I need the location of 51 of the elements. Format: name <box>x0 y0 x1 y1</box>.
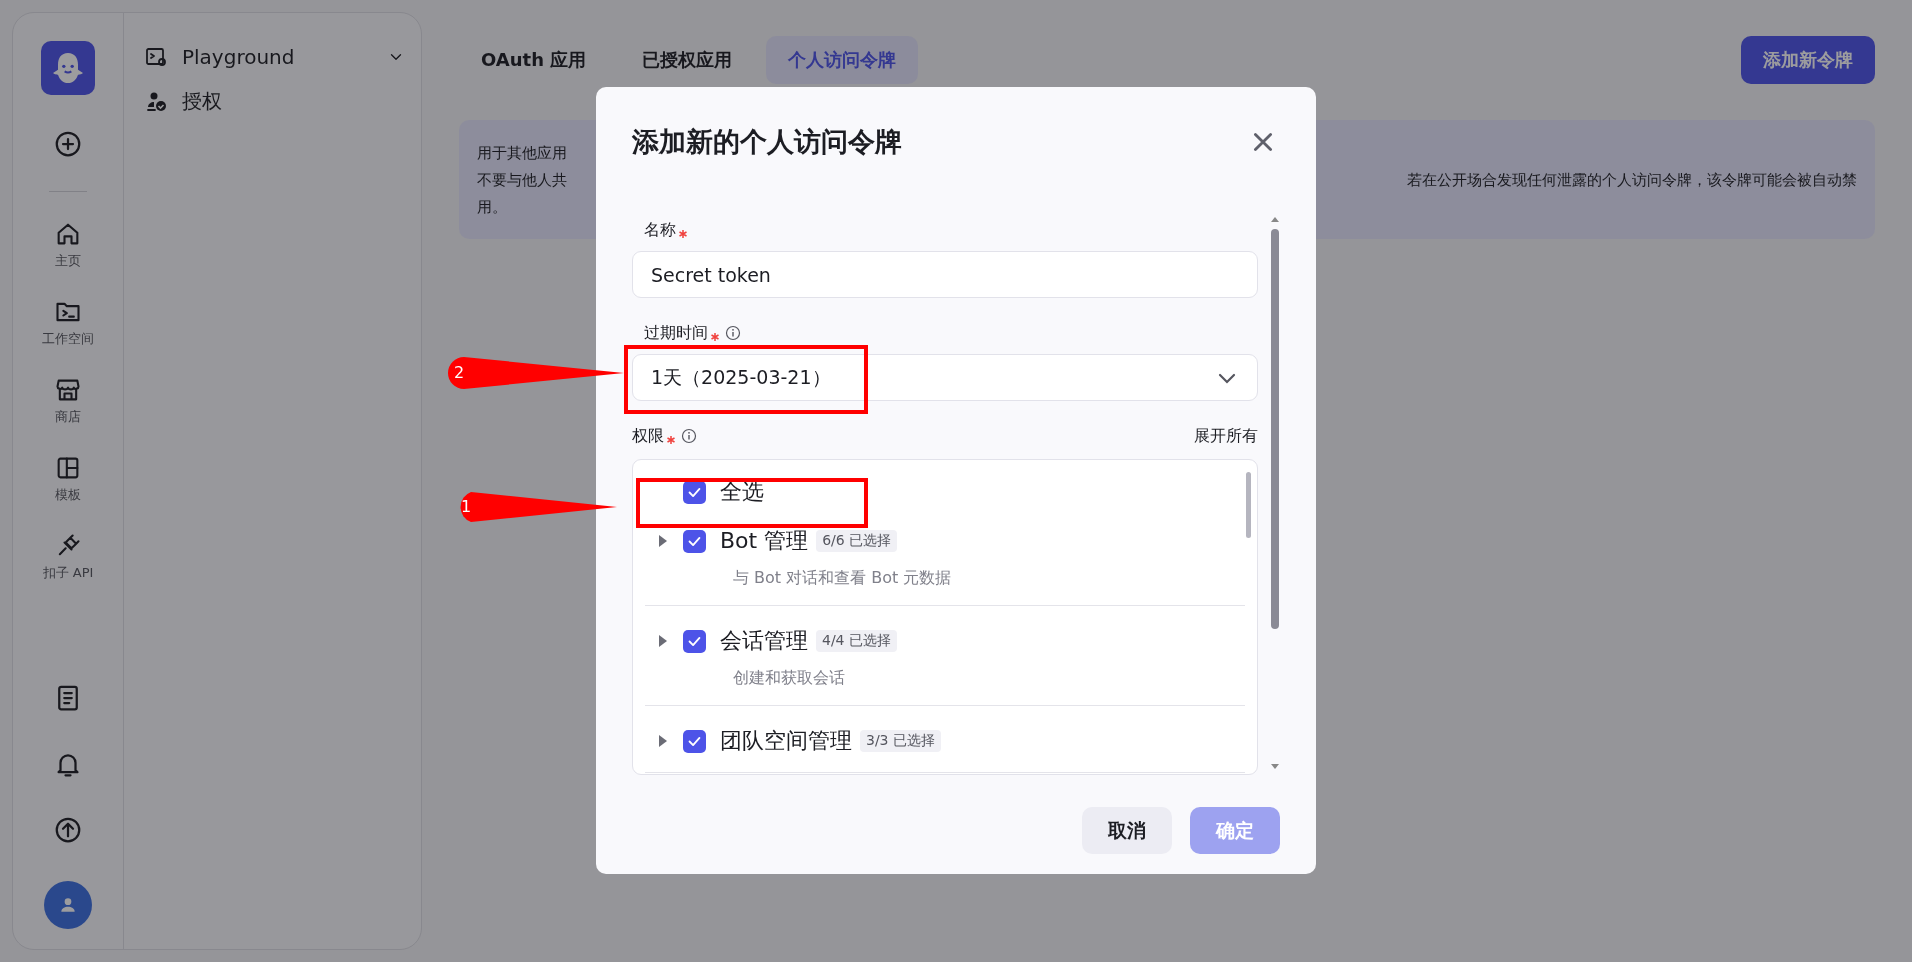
upload-icon[interactable] <box>53 815 83 845</box>
field-label: 名称 <box>644 219 676 241</box>
info-icon <box>725 325 741 341</box>
scrollbar-thumb <box>1246 472 1251 538</box>
selected-count: 6/6 已选择 <box>816 530 898 552</box>
cancel-button[interactable]: 取消 <box>1082 807 1172 854</box>
avatar[interactable] <box>44 881 92 929</box>
permission-name: 团队空间管理 <box>720 727 852 755</box>
nav-item[interactable]: 授权 <box>144 79 405 123</box>
checkbox[interactable] <box>683 529 706 553</box>
banner-text: 用于其他应用 <box>477 143 567 164</box>
checkbox-label: 全选 <box>720 478 764 506</box>
caret-right-icon[interactable] <box>657 634 669 648</box>
callout-number: 2 <box>454 363 465 382</box>
banner-text: 不要与他人共 <box>477 170 567 191</box>
add-icon[interactable] <box>53 129 83 159</box>
terminal-gear-icon <box>144 45 168 69</box>
expiry-select[interactable]: 1天（2025-03-21） <box>632 354 1258 401</box>
app-logo[interactable] <box>41 41 95 95</box>
permission-description: 创建和获取会话 <box>733 668 846 689</box>
permission-name: Bot 管理 <box>720 527 809 555</box>
checkbox[interactable] <box>683 729 706 753</box>
field-label: 过期时间 <box>644 322 708 344</box>
checkbox[interactable] <box>683 480 706 504</box>
banner-text: 若在公开场合发现任何泄露的个人访问令牌，该令牌可能会被自动禁 <box>1407 170 1857 191</box>
rail-label[interactable]: 商店 <box>55 408 81 426</box>
caret-right-icon[interactable] <box>657 734 669 748</box>
name-input[interactable]: Secret token <box>632 251 1258 298</box>
selected-count: 3/3 已选择 <box>860 730 941 752</box>
rail-label[interactable]: 模板 <box>55 486 81 504</box>
expand-all-link[interactable]: 展开所有 <box>1194 425 1258 447</box>
info-icon <box>681 428 697 444</box>
tab[interactable]: 个人访问令牌 <box>766 36 919 84</box>
nav-item[interactable]: Playground <box>144 35 405 79</box>
permission-name: 会话管理 <box>720 627 808 655</box>
tab[interactable]: OAuth 应用 <box>459 36 609 84</box>
selected-count: 4/4 已选择 <box>816 630 897 652</box>
permission-description: 与 Bot 对话和查看 Bot 元数据 <box>733 568 953 589</box>
banner-text: 用。 <box>477 197 507 218</box>
person-icon <box>58 895 78 915</box>
tab[interactable]: 已授权应用 <box>620 36 755 84</box>
rail-label[interactable]: 扣子 API <box>42 564 94 582</box>
field-label: 权限 <box>632 425 664 447</box>
dialog-title: 添加新的个人访问令牌 <box>632 125 902 159</box>
select-value: 1天（2025-03-21） <box>651 364 831 390</box>
rail-label[interactable]: 工作空间 <box>42 330 94 348</box>
add-token-button[interactable]: 添加新令牌 <box>1741 36 1875 84</box>
rail-label[interactable]: 主页 <box>55 252 81 270</box>
caret-right-icon[interactable] <box>657 534 669 548</box>
callout-number: 1 <box>461 497 472 516</box>
checkbox[interactable] <box>683 629 706 653</box>
